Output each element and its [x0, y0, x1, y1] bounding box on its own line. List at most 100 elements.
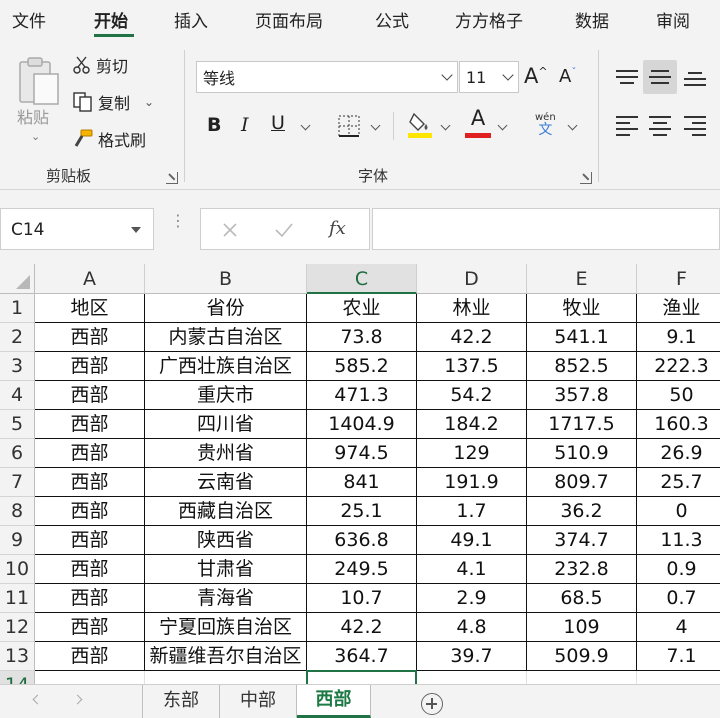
cell-d12[interactable]: 4.8 — [417, 613, 527, 642]
cell-b11[interactable]: 青海省 — [145, 584, 307, 613]
cell-b10[interactable]: 甘肃省 — [145, 555, 307, 584]
row-header-9[interactable]: 9 — [0, 526, 35, 555]
cell-b7[interactable]: 云南省 — [145, 468, 307, 497]
tab-review[interactable]: 审阅 — [656, 7, 690, 32]
chevron-down-icon[interactable] — [370, 120, 381, 131]
cell-c4[interactable]: 471.3 — [307, 381, 417, 410]
column-header-d[interactable]: D — [417, 264, 527, 294]
cell-e8[interactable]: 36.2 — [527, 497, 637, 526]
tab-fangfang-gezi[interactable]: 方方格子 — [455, 7, 523, 32]
cell-e3[interactable]: 852.5 — [527, 352, 637, 381]
cell-c3[interactable]: 585.2 — [307, 352, 417, 381]
cell-c10[interactable]: 249.5 — [307, 555, 417, 584]
cell-e11[interactable]: 68.5 — [527, 584, 637, 613]
underline-button[interactable]: U — [271, 112, 285, 134]
cell-f3[interactable]: 222.3 — [637, 352, 720, 381]
cell-a9[interactable]: 西部 — [35, 526, 145, 555]
column-header-c[interactable]: C — [307, 264, 417, 294]
cell-b6[interactable]: 贵州省 — [145, 439, 307, 468]
cell-d3[interactable]: 137.5 — [417, 352, 527, 381]
cell-d1[interactable]: 林业 — [417, 294, 527, 323]
align-middle-icon[interactable] — [649, 68, 671, 86]
formula-input[interactable] — [372, 208, 720, 250]
more-options-icon[interactable]: ⋮ — [170, 213, 186, 229]
row-header-1[interactable]: 1 — [0, 294, 35, 323]
row-header-11[interactable]: 11 — [0, 584, 35, 613]
cell-f14[interactable] — [637, 671, 720, 684]
row-header-5[interactable]: 5 — [0, 410, 35, 439]
cell-a6[interactable]: 西部 — [35, 439, 145, 468]
cell-e1[interactable]: 牧业 — [527, 294, 637, 323]
sheet-tab-east[interactable]: 东部 — [143, 685, 220, 718]
cell-b4[interactable]: 重庆市 — [145, 381, 307, 410]
tab-data[interactable]: 数据 — [575, 7, 609, 32]
cell-c5[interactable]: 1404.9 — [307, 410, 417, 439]
cell-c11[interactable]: 10.7 — [307, 584, 417, 613]
tab-formulas[interactable]: 公式 — [375, 7, 409, 32]
cell-a12[interactable]: 西部 — [35, 613, 145, 642]
font-size-select[interactable]: 11 — [459, 61, 519, 93]
align-bottom-icon[interactable] — [684, 68, 706, 86]
cell-a1[interactable]: 地区 — [35, 294, 145, 323]
cell-d4[interactable]: 54.2 — [417, 381, 527, 410]
row-header-6[interactable]: 6 — [0, 439, 35, 468]
cell-d13[interactable]: 39.7 — [417, 642, 527, 671]
cell-e9[interactable]: 374.7 — [527, 526, 637, 555]
phonetic-button[interactable]: wén 文 — [535, 112, 556, 137]
cell-a14[interactable] — [35, 671, 145, 684]
cell-a5[interactable]: 西部 — [35, 410, 145, 439]
align-center-icon[interactable] — [649, 116, 671, 136]
column-header-b[interactable]: B — [145, 264, 307, 294]
chevron-down-icon[interactable] — [440, 120, 451, 131]
cell-e14[interactable] — [527, 671, 637, 684]
cut-button[interactable]: 剪切 — [72, 52, 128, 78]
cell-e4[interactable]: 357.8 — [527, 381, 637, 410]
cell-f2[interactable]: 9.1 — [637, 323, 720, 352]
cell-a11[interactable]: 西部 — [35, 584, 145, 613]
cell-b14[interactable] — [145, 671, 307, 684]
cell-d14[interactable] — [417, 671, 527, 684]
column-header-e[interactable]: E — [527, 264, 637, 294]
cell-b2[interactable]: 内蒙古自治区 — [145, 323, 307, 352]
row-header-7[interactable]: 7 — [0, 468, 35, 497]
cell-b1[interactable]: 省份 — [145, 294, 307, 323]
tab-file[interactable]: 文件 — [12, 7, 46, 32]
add-sheet-icon[interactable] — [421, 693, 443, 715]
cell-f1[interactable]: 渔业 — [637, 294, 720, 323]
cell-a7[interactable]: 西部 — [35, 468, 145, 497]
select-all-button[interactable] — [0, 264, 35, 294]
cell-c9[interactable]: 636.8 — [307, 526, 417, 555]
chevron-down-icon[interactable]: ⌄ — [144, 95, 154, 109]
chevron-down-icon[interactable] — [497, 120, 508, 131]
border-icon[interactable] — [337, 114, 361, 138]
cell-e13[interactable]: 509.9 — [527, 642, 637, 671]
cancel-icon[interactable] — [221, 221, 239, 239]
cell-f5[interactable]: 160.3 — [637, 410, 720, 439]
cell-f6[interactable]: 26.9 — [637, 439, 720, 468]
shrink-font-button[interactable]: Aˇ — [559, 66, 576, 87]
check-icon[interactable] — [274, 221, 294, 239]
cell-e5[interactable]: 1717.5 — [527, 410, 637, 439]
cell-e2[interactable]: 541.1 — [527, 323, 637, 352]
cell-e10[interactable]: 232.8 — [527, 555, 637, 584]
cell-f11[interactable]: 0.7 — [637, 584, 720, 613]
cell-c13[interactable]: 364.7 — [307, 642, 417, 671]
cell-d6[interactable]: 129 — [417, 439, 527, 468]
cell-c2[interactable]: 73.8 — [307, 323, 417, 352]
cell-a3[interactable]: 西部 — [35, 352, 145, 381]
cell-c12[interactable]: 42.2 — [307, 613, 417, 642]
tab-page-layout[interactable]: 页面布局 — [255, 7, 323, 32]
dialog-launcher-icon[interactable] — [580, 172, 592, 184]
copy-button[interactable]: 复制 ⌄ — [72, 89, 154, 115]
row-header-14[interactable]: 14 — [0, 671, 35, 684]
cell-a10[interactable]: 西部 — [35, 555, 145, 584]
cell-f8[interactable]: 0 — [637, 497, 720, 526]
cell-f12[interactable]: 4 — [637, 613, 720, 642]
sheet-tab-west[interactable]: 西部 — [297, 685, 371, 718]
cell-b8[interactable]: 西藏自治区 — [145, 497, 307, 526]
chevron-down-icon[interactable] — [300, 120, 311, 131]
cell-a13[interactable]: 西部 — [35, 642, 145, 671]
row-header-12[interactable]: 12 — [0, 613, 35, 642]
align-right-icon[interactable] — [684, 116, 706, 136]
cell-f9[interactable]: 11.3 — [637, 526, 720, 555]
